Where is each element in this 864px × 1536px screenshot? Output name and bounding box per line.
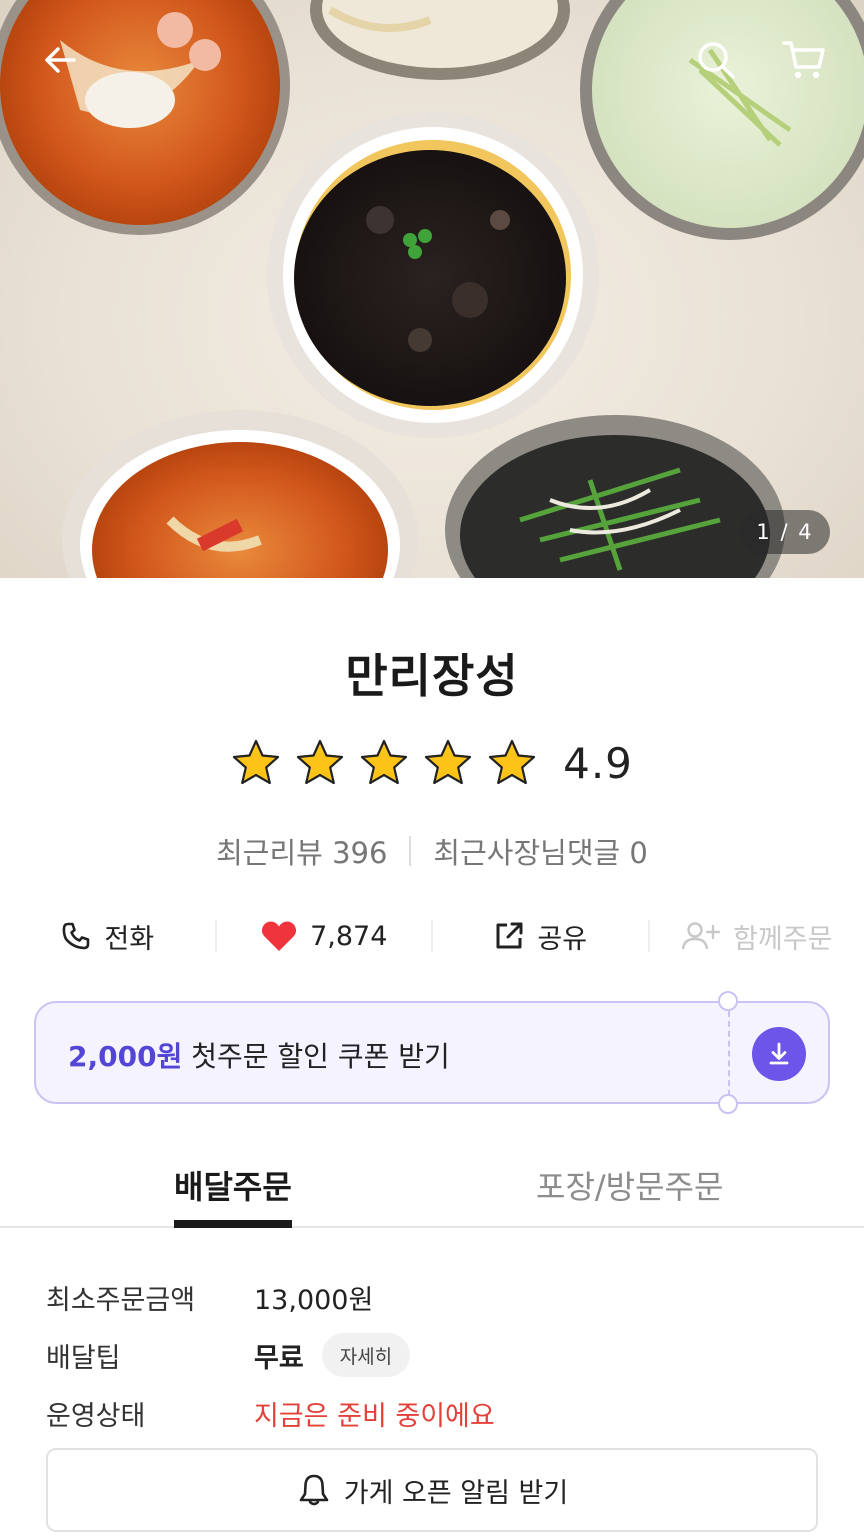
owner-replies-link[interactable]: 최근사장님댓글 0: [433, 830, 647, 872]
image-counter: 1 / 4: [740, 510, 830, 554]
cart-button[interactable]: [778, 34, 830, 86]
call-label: 전화: [104, 923, 155, 955]
hero-image-carousel[interactable]: 1 / 4: [0, 0, 864, 578]
heart-icon: [262, 921, 297, 951]
share-button[interactable]: 공유: [433, 917, 648, 956]
divider: [409, 836, 412, 866]
rating-value: 4.9: [563, 738, 633, 788]
min-order-label: 최소주문금액: [46, 1284, 196, 1316]
open-notification-label: 가게 오픈 알림 받기: [343, 1477, 569, 1509]
star-icon: [360, 739, 408, 785]
open-notification-button[interactable]: 가게 오픈 알림 받기: [46, 1448, 818, 1532]
coupon-description: 첫주문 할인 쿠폰 받기: [182, 1040, 450, 1073]
status-row: 운영상태 지금은 준비 중이에요: [46, 1384, 826, 1442]
tab-delivery[interactable]: 배달주문: [174, 1162, 292, 1208]
active-tab-indicator: [174, 1220, 292, 1228]
order-type-tabs: 배달주문 포장/방문주문: [0, 1150, 864, 1228]
cart-icon: [782, 41, 825, 79]
min-order-value: 13,000원: [254, 1284, 374, 1316]
call-button[interactable]: 전화: [0, 917, 215, 956]
tab-pickup[interactable]: 포장/방문주문: [536, 1162, 723, 1208]
group-order-button[interactable]: 함께주문: [650, 917, 864, 956]
search-icon: [698, 42, 735, 79]
back-button[interactable]: [34, 34, 86, 86]
add-person-icon: [681, 922, 721, 950]
bell-icon: [299, 1474, 329, 1506]
share-label: 공유: [537, 923, 588, 955]
delivery-tip-label: 배달팁: [46, 1342, 121, 1374]
first-order-coupon[interactable]: 2,000원 첫주문 할인 쿠폰 받기: [34, 991, 830, 1114]
coupon-divider: [728, 1011, 730, 1096]
star-icon: [232, 739, 280, 785]
star-icon: [488, 739, 536, 785]
coupon-notch: [718, 1094, 738, 1114]
min-order-row: 최소주문금액 13,000원: [46, 1268, 826, 1326]
coupon-text: 2,000원 첫주문 할인 쿠폰 받기: [68, 1035, 450, 1075]
star-icon: [296, 739, 344, 785]
coupon-notch: [718, 991, 738, 1011]
status-label: 운영상태: [46, 1400, 146, 1432]
arrow-left-icon: [45, 47, 76, 73]
download-icon: [769, 1042, 789, 1065]
review-stats: 최근리뷰 396 최근사장님댓글 0: [0, 830, 864, 872]
search-button[interactable]: [690, 34, 742, 86]
store-name: 만리장성: [345, 649, 519, 703]
like-count: 7,874: [310, 920, 388, 952]
delivery-tip-value: 무료: [254, 1342, 304, 1374]
delivery-tip-detail-button[interactable]: 자세히: [321, 1333, 411, 1377]
phone-icon: [63, 922, 90, 950]
rating-row: 4.9: [0, 738, 864, 788]
coupon-download-button[interactable]: [752, 1027, 806, 1081]
like-button[interactable]: 7,874: [217, 919, 432, 953]
group-order-label: 함께주문: [733, 923, 833, 955]
delivery-tip-row: 배달팁 무료 자세히: [46, 1326, 826, 1384]
store-actions: 전화 7,874 공유 함께주문: [0, 908, 864, 964]
star-icon: [424, 739, 472, 785]
share-icon: [496, 922, 523, 949]
delivery-info: 최소주문금액 13,000원 배달팁 무료 자세히 운영상태 지금은 준비 중이…: [46, 1268, 826, 1442]
food-photo: [0, 0, 864, 578]
recent-reviews-link[interactable]: 최근리뷰 396: [216, 830, 387, 872]
coupon-amount: 2,000원: [68, 1040, 183, 1073]
rating-stars: [231, 738, 537, 788]
status-value: 지금은 준비 중이에요: [254, 1400, 495, 1432]
